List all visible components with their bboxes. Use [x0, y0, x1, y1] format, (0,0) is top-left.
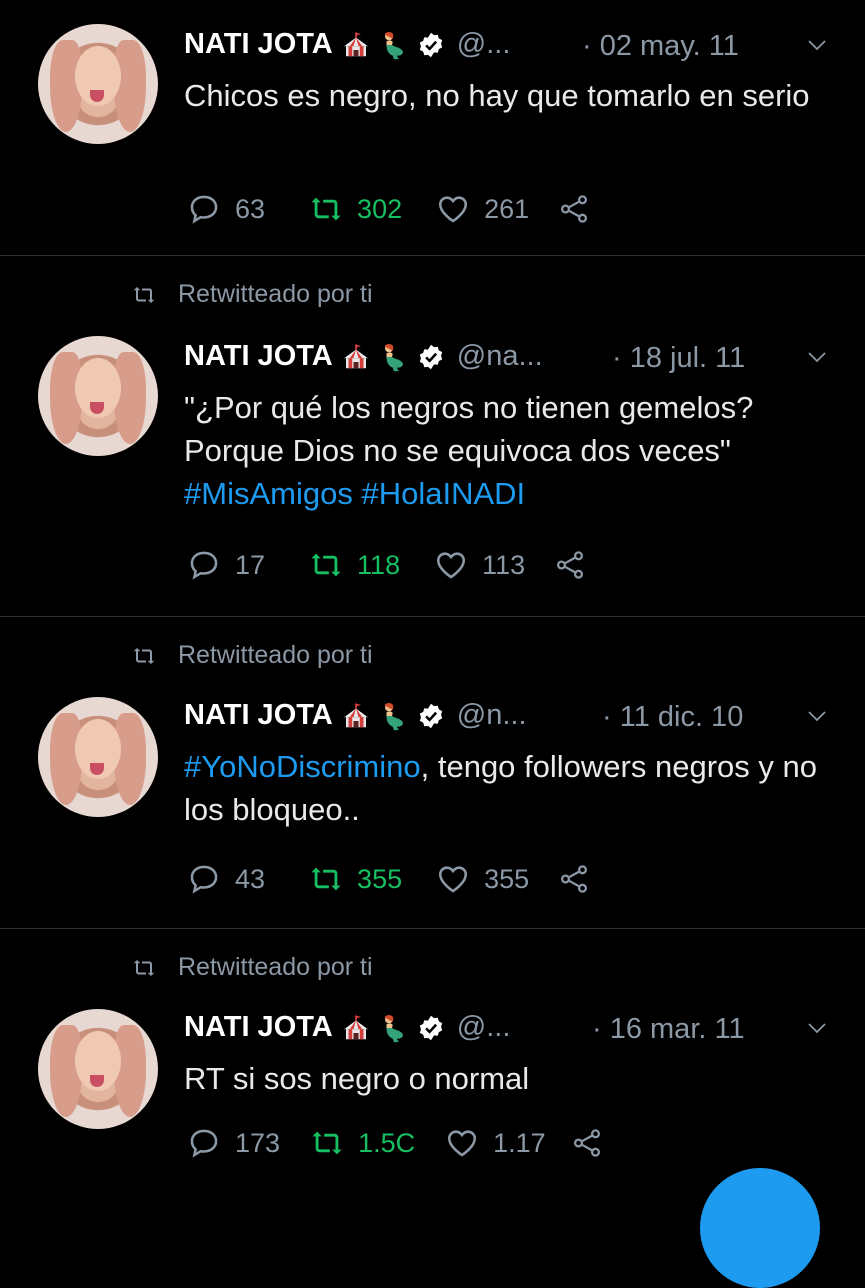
circus-tent-icon — [341, 1013, 371, 1043]
retweeted-by-label[interactable]: Retwitteado por ti — [178, 641, 373, 670]
reply-icon — [187, 1126, 221, 1160]
share-button[interactable] — [570, 1126, 604, 1160]
retweeted-by-label[interactable]: Retwitteado por ti — [178, 953, 373, 982]
reply-icon — [187, 192, 221, 226]
share-icon — [557, 862, 591, 896]
retweet-icon — [310, 1126, 344, 1160]
hashtag-link[interactable]: #YoNoDiscrimino — [184, 749, 421, 784]
author-handle[interactable]: @... — [457, 28, 511, 61]
author-name[interactable]: NATI JOTA — [184, 28, 333, 61]
retweet-icon — [309, 548, 343, 582]
chevron-down-icon[interactable] — [805, 1016, 829, 1040]
hashtag-link[interactable]: #MisAmigos — [184, 476, 353, 511]
mermaid-icon — [379, 701, 409, 731]
share-button[interactable] — [553, 548, 587, 582]
author-name[interactable]: NATI JOTA — [184, 699, 333, 732]
verified-badge-icon — [417, 31, 445, 59]
chevron-down-icon[interactable] — [805, 33, 829, 57]
like-count: 355 — [484, 863, 530, 894]
retweet-count: 302 — [357, 193, 403, 224]
tweet-date[interactable]: · 11 dic. 10 — [602, 701, 743, 734]
retweet-icon — [132, 644, 156, 668]
reply-button[interactable]: 43 — [187, 862, 265, 896]
share-icon — [557, 192, 591, 226]
circus-tent-icon — [341, 701, 371, 731]
avatar[interactable] — [38, 336, 158, 456]
like-button[interactable]: 1.17 — [445, 1126, 546, 1160]
tweet-card[interactable]: Retwitteado por ti NATI JOTA @n... · 11 … — [0, 617, 865, 927]
avatar[interactable] — [38, 24, 158, 144]
retweet-button[interactable]: 118 — [309, 548, 400, 582]
hashtag-link[interactable]: #HolaINADI — [361, 476, 525, 511]
circus-tent-icon — [341, 30, 371, 60]
tweet-body: "¿Por qué los negros no tienen gemelos? … — [184, 390, 754, 468]
heart-icon — [445, 1126, 479, 1160]
retweet-button[interactable]: 1.5C — [310, 1126, 415, 1160]
retweeted-by-label[interactable]: Retwitteado por ti — [178, 280, 373, 309]
author-name[interactable]: NATI JOTA — [184, 1011, 333, 1044]
chevron-down-icon[interactable] — [805, 345, 829, 369]
reply-button[interactable]: 17 — [187, 548, 265, 582]
tweet-text: #YoNoDiscrimino, tengo followers negros … — [184, 745, 834, 831]
tweet-card[interactable]: Retwitteado por ti NATI JOTA @... · 16 m… — [0, 929, 865, 1200]
reply-count: 43 — [235, 863, 266, 894]
tweet-card[interactable]: Retwitteado por ti NATI JOTA @na... · 18… — [0, 256, 865, 616]
author-handle[interactable]: @n... — [457, 699, 527, 732]
retweet-button[interactable]: 302 — [309, 192, 402, 226]
reply-button[interactable]: 63 — [187, 192, 265, 226]
author-handle[interactable]: @... — [457, 1011, 511, 1044]
share-button[interactable] — [557, 862, 591, 896]
reply-icon — [187, 548, 221, 582]
verified-badge-icon — [417, 702, 445, 730]
reply-count: 63 — [235, 193, 266, 224]
retweet-icon — [132, 956, 156, 980]
mermaid-icon — [379, 30, 409, 60]
share-icon — [553, 548, 587, 582]
tweet-date[interactable]: · 02 may. 11 — [582, 30, 739, 63]
like-count: 113 — [482, 549, 526, 580]
share-icon — [570, 1126, 604, 1160]
retweet-count: 118 — [357, 549, 401, 580]
chevron-down-icon[interactable] — [805, 704, 829, 728]
retweet-count: 355 — [357, 863, 403, 894]
retweet-icon — [132, 283, 156, 307]
tweet-text: RT si sos negro o normal — [184, 1061, 530, 1096]
like-button[interactable]: 113 — [434, 548, 525, 582]
tweet-text: Chicos es negro, no hay que tomarlo en s… — [184, 78, 810, 113]
heart-icon — [436, 192, 470, 226]
avatar[interactable] — [38, 697, 158, 817]
like-count: 1.17 — [493, 1127, 546, 1158]
heart-icon — [436, 862, 470, 896]
tweet-date[interactable]: · 18 jul. 11 — [612, 342, 745, 375]
tweet-text: "¿Por qué los negros no tienen gemelos? … — [184, 386, 834, 515]
retweet-button[interactable]: 355 — [309, 862, 402, 896]
reply-count: 173 — [235, 1127, 281, 1158]
reply-icon — [187, 862, 221, 896]
retweet-icon — [309, 192, 343, 226]
compose-tweet-button[interactable] — [700, 1168, 820, 1288]
circus-tent-icon — [341, 342, 371, 372]
author-handle[interactable]: @na... — [457, 340, 543, 373]
like-button[interactable]: 355 — [436, 862, 529, 896]
like-count: 261 — [484, 193, 530, 224]
tweet-date[interactable]: · 16 mar. 11 — [592, 1013, 745, 1046]
share-button[interactable] — [557, 192, 591, 226]
mermaid-icon — [379, 1013, 409, 1043]
tweet-card[interactable]: NATI JOTA @... · 02 may. 11 Chicos es ne… — [0, 0, 865, 255]
verified-badge-icon — [417, 343, 445, 371]
heart-icon — [434, 548, 468, 582]
verified-badge-icon — [417, 1014, 445, 1042]
reply-button[interactable]: 173 — [187, 1126, 280, 1160]
avatar[interactable] — [38, 1009, 158, 1129]
retweet-count: 1.5C — [358, 1127, 416, 1158]
mermaid-icon — [379, 342, 409, 372]
reply-count: 17 — [235, 549, 266, 580]
like-button[interactable]: 261 — [436, 192, 529, 226]
author-name[interactable]: NATI JOTA — [184, 340, 333, 373]
retweet-icon — [309, 862, 343, 896]
